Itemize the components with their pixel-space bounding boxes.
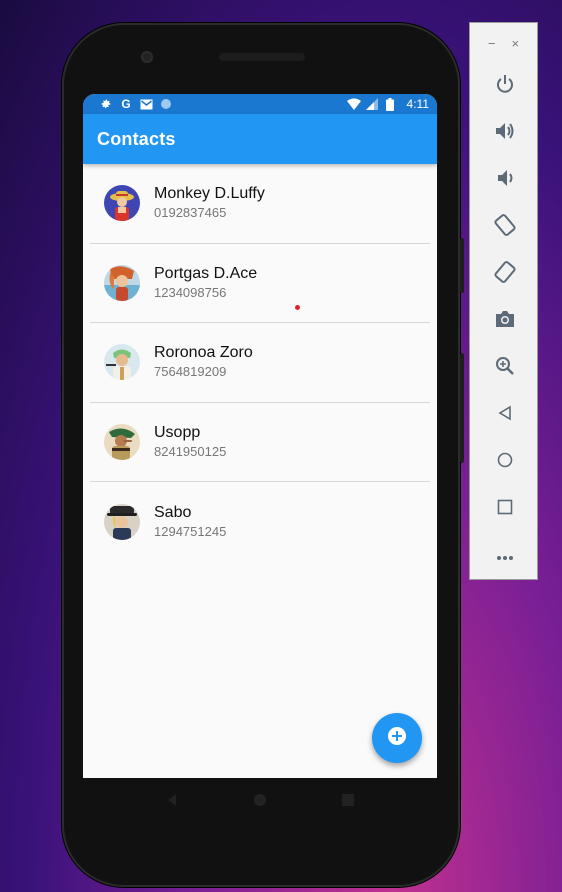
volume-down-icon	[495, 168, 515, 193]
contact-name: Monkey D.Luffy	[154, 185, 265, 203]
google-g-icon: G	[121, 97, 131, 111]
app-bar: Contacts	[83, 114, 437, 164]
contact-name: Usopp	[154, 423, 201, 441]
power-side-button	[460, 238, 464, 293]
contact-phone: 7564819209	[154, 364, 227, 380]
add-contact-button[interactable]	[372, 713, 422, 763]
contact-row-zoro[interactable]: Roronoa Zoro 7564819209	[90, 323, 430, 403]
volume-up-icon	[494, 121, 516, 146]
sabo-avatar	[104, 503, 140, 540]
wifi-icon	[346, 97, 361, 111]
earpiece	[219, 53, 305, 61]
gmail-icon	[139, 97, 153, 111]
contact-phone: 8241950125	[154, 443, 227, 459]
zoom-button[interactable]	[470, 345, 539, 392]
contact-phone: 1294751245	[154, 523, 227, 539]
contact-row-luffy[interactable]: Monkey D.Luffy 0192837465	[90, 164, 430, 244]
more-button[interactable]	[470, 533, 539, 580]
minimize-button[interactable]: −	[488, 36, 496, 51]
gear-icon	[99, 97, 113, 111]
more-icon	[496, 548, 514, 566]
recents-icon[interactable]	[338, 790, 358, 810]
toolbar-back-button[interactable]	[470, 392, 539, 439]
rotate-left-button[interactable]	[470, 204, 539, 251]
contact-row-sabo[interactable]: Sabo 1294751245	[90, 482, 430, 562]
close-button[interactable]: ×	[512, 36, 520, 51]
zoro-avatar	[104, 344, 140, 381]
contact-name: Sabo	[154, 503, 192, 521]
volume-down-button[interactable]	[470, 157, 539, 204]
screenshot-button[interactable]	[470, 298, 539, 345]
contact-phone: 1234098756	[154, 284, 227, 300]
front-camera	[141, 51, 153, 63]
ace-avatar	[104, 264, 140, 301]
circle-icon	[159, 97, 173, 111]
status-bar: G 4:11	[83, 94, 437, 114]
usopp-avatar	[104, 423, 140, 460]
add-circle-icon	[387, 726, 407, 751]
volume-up-button[interactable]	[470, 110, 539, 157]
window-controls: − ×	[470, 23, 537, 63]
home-icon	[497, 452, 513, 473]
page-title: Contacts	[97, 128, 176, 149]
home-icon[interactable]	[250, 790, 270, 810]
contact-name: Portgas D.Ace	[154, 264, 258, 282]
contact-phone: 0192837465	[154, 205, 227, 221]
back-icon[interactable]	[162, 790, 182, 810]
power-button[interactable]	[470, 63, 539, 110]
system-nav-bar	[83, 778, 437, 822]
zoom-icon	[495, 356, 515, 381]
signal-icon	[365, 97, 379, 111]
battery-icon	[383, 97, 397, 111]
status-time: 4:11	[406, 97, 429, 111]
rotate-left-icon	[493, 213, 517, 242]
volume-side-button	[460, 353, 464, 463]
contact-name: Roronoa Zoro	[154, 344, 253, 362]
rotate-right-button[interactable]	[470, 251, 539, 298]
rotate-right-icon	[493, 260, 517, 289]
toolbar-home-button[interactable]	[470, 439, 539, 486]
contact-row-usopp[interactable]: Usopp 8241950125	[90, 403, 430, 482]
back-icon	[497, 405, 513, 426]
toolbar-overview-button[interactable]	[470, 486, 539, 533]
luffy-avatar	[104, 185, 140, 222]
emulator-toolbar: − ×	[469, 22, 538, 580]
touch-indicator-dot	[295, 305, 300, 310]
overview-icon	[497, 499, 513, 520]
app-screen: G 4:11 Contacts Monkey D.Luffy 019283746…	[83, 94, 437, 778]
power-icon	[495, 74, 515, 99]
screenshot-icon	[495, 310, 515, 333]
contact-list: Monkey D.Luffy 0192837465 Portgas D.Ace …	[83, 164, 437, 562]
contact-row-ace[interactable]: Portgas D.Ace 1234098756	[90, 244, 430, 323]
